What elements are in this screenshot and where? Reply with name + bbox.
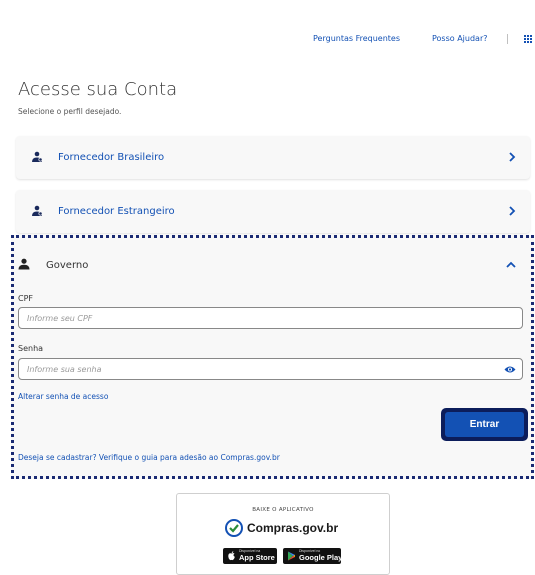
password-input[interactable] — [18, 358, 523, 380]
cpf-input[interactable] — [18, 307, 523, 329]
change-password-link[interactable]: Alterar senha de acesso — [18, 392, 108, 401]
top-bar: Perguntas Frequentes Posso Ajudar? — [0, 34, 535, 48]
cpf-label: CPF — [18, 294, 34, 303]
brand-name: Compras — [247, 521, 300, 535]
faq-link[interactable]: Perguntas Frequentes — [313, 34, 400, 43]
register-guide-link[interactable]: Deseja se cadastrar? Verifique o guia pa… — [18, 453, 280, 462]
profile-label: Fornecedor Brasileiro — [58, 152, 165, 163]
profile-card-fornecedor-brasileiro[interactable]: Fornecedor Brasileiro — [16, 136, 530, 179]
governo-label: Governo — [46, 260, 89, 271]
entrar-focus-ring: Entrar — [441, 408, 528, 441]
appstore-label: App Store — [239, 553, 275, 562]
app-promo: BAIXE O APLICATIVO Compras.gov.br Dispon… — [176, 493, 390, 575]
chevron-right-icon — [509, 206, 516, 216]
grid-icon[interactable] — [524, 35, 532, 43]
google-play-badge[interactable]: Disponível no Google Play — [283, 548, 343, 564]
googleplay-label: Google Play — [299, 553, 343, 562]
chevron-up-icon[interactable] — [506, 261, 516, 269]
eye-icon[interactable] — [504, 365, 516, 374]
user-icon — [18, 258, 30, 270]
apple-icon — [228, 551, 235, 561]
profile-card-governo: Governo CPF Senha Alterar senha de acess… — [11, 235, 534, 479]
user-group-icon — [32, 205, 43, 216]
app-caption: BAIXE O APLICATIVO — [252, 507, 314, 513]
user-group-icon — [32, 151, 43, 162]
chevron-right-icon — [509, 152, 516, 162]
page-title: Acesse sua Conta — [18, 79, 178, 100]
entrar-button[interactable]: Entrar — [445, 412, 524, 437]
brand-domain: .gov.br — [299, 521, 339, 535]
app-store-badge[interactable]: Disponível na App Store — [223, 548, 277, 564]
divider — [507, 34, 508, 44]
google-play-icon — [288, 551, 295, 561]
page-subtitle: Selecione o perfil desejado. — [18, 107, 122, 116]
profile-card-fornecedor-estrangeiro[interactable]: Fornecedor Estrangeiro — [16, 190, 530, 233]
profile-label: Fornecedor Estrangeiro — [58, 206, 175, 217]
help-link[interactable]: Posso Ajudar? — [432, 34, 488, 43]
compras-logo-icon — [225, 519, 243, 537]
senha-label: Senha — [18, 344, 44, 353]
